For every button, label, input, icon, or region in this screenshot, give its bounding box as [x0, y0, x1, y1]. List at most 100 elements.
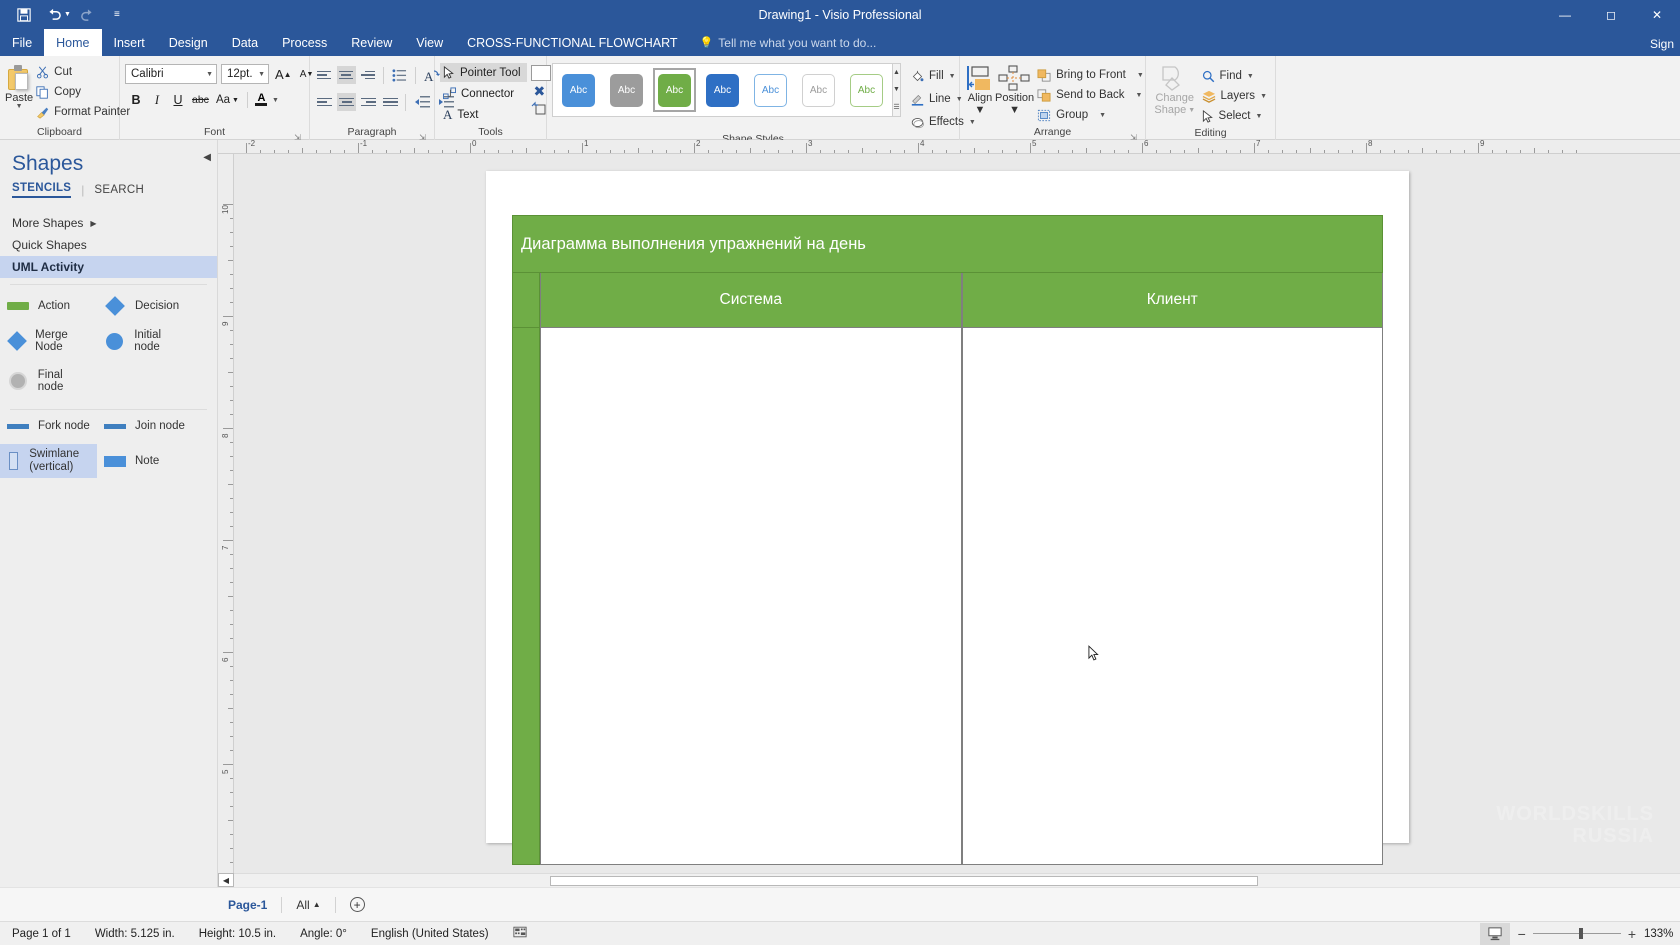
zoom-slider-thumb[interactable] [1578, 928, 1583, 939]
shape-style-option[interactable]: Abc [701, 68, 744, 112]
lane-header-sistema[interactable]: Система [540, 273, 962, 328]
customize-qat-icon[interactable]: ≡ [103, 3, 131, 27]
tab-search[interactable]: SEARCH [94, 184, 144, 196]
select-button[interactable]: Select ▼ [1199, 106, 1270, 126]
minimize-button[interactable]: — [1542, 0, 1588, 29]
scroll-left-button[interactable]: ◀ [218, 873, 234, 887]
zoom-in-button[interactable]: + [1628, 926, 1636, 942]
chevron-down-icon[interactable]: ▼ [1099, 112, 1106, 119]
chevron-down-icon[interactable]: ▼ [1137, 72, 1144, 79]
chevron-down-icon[interactable]: ▼ [1136, 92, 1143, 99]
bullets-button[interactable] [389, 65, 410, 85]
tab-view[interactable]: View [404, 29, 455, 56]
paragraph-dialog-launcher[interactable]: ⇲ [418, 130, 427, 142]
collapse-panel-icon[interactable]: ◀ [203, 152, 211, 163]
align-middle-button[interactable] [337, 66, 356, 84]
chevron-down-icon[interactable]: ▼ [1247, 73, 1254, 80]
lane-body-klient[interactable] [961, 328, 1383, 865]
align-right-button[interactable] [359, 93, 378, 111]
chevron-down-icon[interactable]: ▼ [272, 97, 279, 104]
zoom-out-button[interactable]: − [1518, 926, 1526, 942]
chevron-down-icon[interactable]: ▼ [1260, 93, 1267, 100]
cut-button[interactable]: Cut [33, 62, 133, 82]
chevron-down-icon[interactable]: ▼ [975, 104, 986, 116]
diagram-title-band[interactable]: Диаграмма выполнения упражнений на день [512, 215, 1383, 273]
shape-initial-node[interactable]: Initial node [97, 325, 194, 357]
scroll-down-icon[interactable]: ▼ [893, 81, 900, 98]
font-dialog-launcher[interactable]: ⇲ [293, 130, 302, 142]
fit-page-button[interactable] [1479, 922, 1510, 945]
tab-home[interactable]: Home [44, 29, 102, 56]
shape-decision[interactable]: Decision [97, 295, 194, 317]
strikethrough-button[interactable]: abc [190, 90, 211, 110]
sign-in-link[interactable]: Sign [1650, 37, 1674, 51]
chevron-down-icon[interactable]: ▼ [1256, 113, 1263, 120]
shape-styles-gallery[interactable]: Abc Abc Abc Abc Abc Abc Abc [552, 63, 893, 117]
lane-body-sistema[interactable] [540, 328, 962, 865]
shape-fork-node[interactable]: Fork node [0, 416, 97, 436]
position-menu-button[interactable]: Position ▼ [995, 63, 1034, 116]
tab-design[interactable]: Design [157, 29, 220, 56]
shape-swimlane-vertical[interactable]: Swimlane (vertical) [0, 444, 97, 478]
shape-style-option[interactable]: Abc [557, 68, 600, 112]
align-justify-button[interactable] [381, 93, 400, 111]
align-menu-button[interactable]: Align ▼ [965, 63, 995, 116]
save-icon[interactable] [10, 3, 38, 27]
underline-button[interactable]: U [169, 90, 187, 110]
stencil-uml-activity[interactable]: UML Activity [0, 256, 217, 278]
tab-insert[interactable]: Insert [102, 29, 157, 56]
shape-join-node[interactable]: Join node [97, 416, 194, 436]
zoom-control[interactable]: − + [1510, 926, 1644, 942]
shape-merge-node[interactable]: Merge Node [0, 325, 97, 357]
tell-me-box[interactable]: 💡 Tell me what you want to do... [690, 29, 887, 56]
send-to-back-button[interactable]: Send to Back ▼ [1034, 85, 1147, 105]
decrease-indent-button[interactable] [411, 92, 432, 112]
status-language[interactable]: English (United States) [359, 928, 501, 940]
bring-to-front-button[interactable]: Bring to Front ▼ [1034, 65, 1147, 85]
quick-shapes-item[interactable]: Quick Shapes [0, 234, 217, 256]
close-button[interactable]: ✕ [1634, 0, 1680, 29]
italic-button[interactable]: I [148, 90, 166, 110]
shape-action[interactable]: Action [0, 295, 97, 317]
tab-data[interactable]: Data [220, 29, 270, 56]
horizontal-ruler[interactable]: -2 -1 0 1 2 3 4 5 6 7 8 9 [218, 140, 1680, 154]
layers-button[interactable]: Layers ▼ [1199, 86, 1270, 106]
horizontal-scrollbar[interactable] [234, 873, 1680, 887]
tab-process[interactable]: Process [270, 29, 339, 56]
cross-functional-flowchart[interactable]: Диаграмма выполнения упражнений на день … [512, 215, 1383, 865]
shape-note[interactable]: Note [97, 444, 194, 478]
gallery-scrollbar[interactable]: ▲ ▼ ☰ [893, 63, 901, 117]
grow-font-button[interactable]: A ▲ [273, 64, 294, 84]
connector-button[interactable]: Connector [440, 84, 527, 103]
font-color-button[interactable]: A [254, 93, 269, 106]
pointer-tool-button[interactable]: Pointer Tool [440, 63, 527, 82]
align-center-button[interactable] [337, 93, 356, 111]
format-painter-button[interactable]: Format Painter [33, 102, 133, 122]
lane-title-strip[interactable] [512, 273, 540, 328]
bold-button[interactable]: B [127, 90, 145, 110]
macro-recording-icon[interactable] [501, 926, 539, 941]
align-left-button[interactable] [315, 93, 334, 111]
tab-cross-functional-flowchart[interactable]: CROSS-FUNCTIONAL FLOWCHART [455, 29, 689, 56]
tab-file[interactable]: File [0, 29, 44, 56]
maximize-button[interactable]: ◻ [1588, 0, 1634, 29]
change-case-button[interactable]: Aa ▼ [214, 90, 241, 110]
text-tool-button[interactable]: A Text [440, 105, 527, 124]
align-bottom-button[interactable] [359, 66, 378, 84]
zoom-percentage[interactable]: 133% [1644, 928, 1680, 940]
drawing-page[interactable]: Диаграмма выполнения упражнений на день … [486, 171, 1409, 865]
shape-style-option[interactable]: Abc [845, 68, 888, 112]
shape-style-option[interactable]: Abc [749, 68, 792, 112]
more-shapes-item[interactable]: More Shapes ▶ [0, 212, 217, 234]
drawing-canvas[interactable]: Диаграмма выполнения упражнений на день … [234, 154, 1680, 887]
all-pages-button[interactable]: All ▲ [296, 898, 320, 912]
tab-stencils[interactable]: STENCILS [12, 182, 72, 198]
shape-final-node[interactable]: Final node [0, 365, 97, 397]
copy-button[interactable]: Copy [33, 82, 133, 102]
scroll-up-icon[interactable]: ▲ [893, 64, 900, 81]
lane-header-klient[interactable]: Клиент [961, 273, 1383, 328]
gallery-more-icon[interactable]: ☰ [893, 99, 900, 116]
group-button[interactable]: Group ▼ [1034, 105, 1147, 125]
chevron-down-icon[interactable]: ▼ [16, 103, 23, 110]
font-size-select[interactable]: 12pt. ▼ [221, 64, 269, 84]
